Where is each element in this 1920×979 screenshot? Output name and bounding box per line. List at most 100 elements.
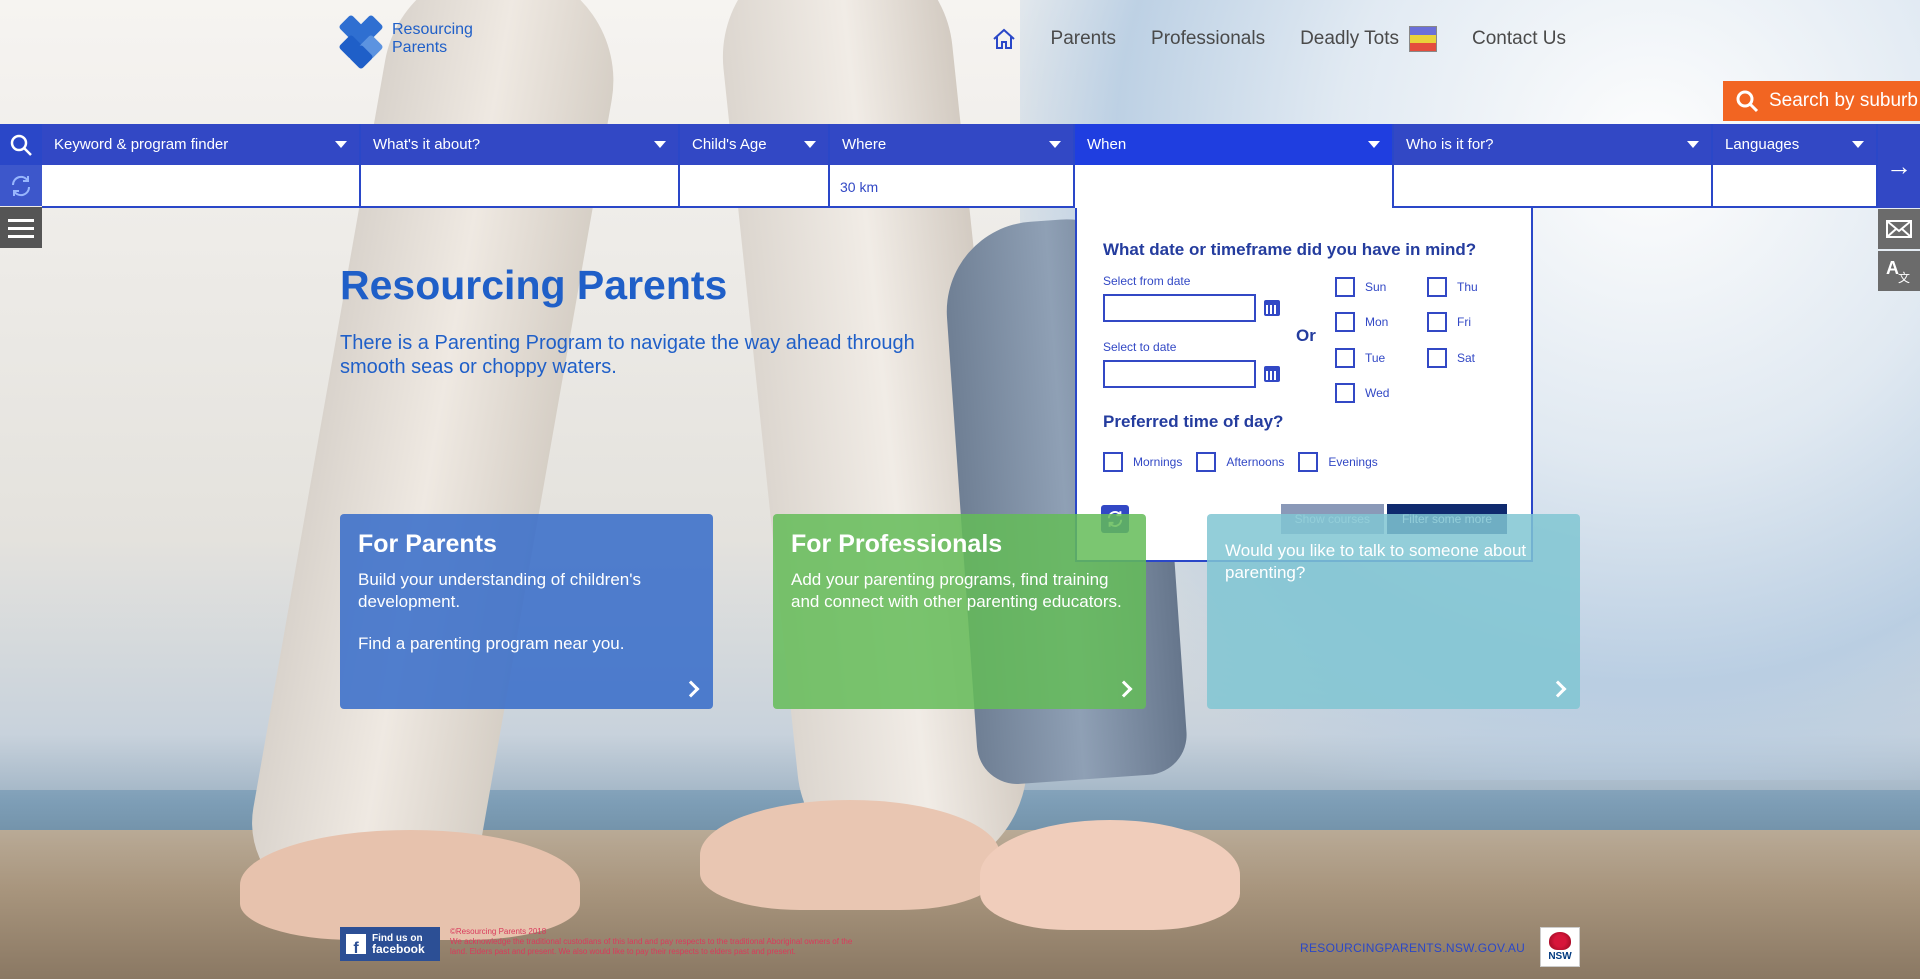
site-url-link[interactable]: RESOURCINGPARENTS.NSW.GOV.AU xyxy=(1300,941,1525,955)
to-date-label: Select to date xyxy=(1103,340,1177,354)
filter-keyword[interactable]: Keyword & program finder xyxy=(42,124,361,208)
translate-icon: A文 xyxy=(1886,258,1910,285)
day-checkbox-thu[interactable]: Thu xyxy=(1427,274,1507,300)
calendar-icon[interactable] xyxy=(1264,300,1280,316)
day-checkbox-mon[interactable]: Mon xyxy=(1335,310,1427,336)
hamburger-icon xyxy=(8,218,34,238)
logo-line-1: Resourcing xyxy=(392,21,473,38)
search-icon xyxy=(1736,90,1759,113)
page-title: Resourcing Parents xyxy=(340,262,728,308)
filter-topic[interactable]: What's it about? xyxy=(361,124,680,208)
card-for-parents[interactable]: For Parents Build your understanding of … xyxy=(340,514,713,709)
time-of-day-question: Preferred time of day? xyxy=(1103,412,1284,431)
chevron-right-icon xyxy=(682,680,700,698)
arrow-right-icon: → xyxy=(1886,150,1912,181)
refresh-icon xyxy=(11,175,31,196)
flag-icon xyxy=(1409,26,1438,52)
nsw-government-logo[interactable]: NSW xyxy=(1540,927,1580,967)
filter-label: Where xyxy=(842,136,887,153)
filter-label: What's it about? xyxy=(373,136,481,153)
card-text: Find a parenting program near you. xyxy=(358,634,625,653)
card-title: For Professionals xyxy=(791,530,1003,558)
nav-parents[interactable]: Parents xyxy=(1051,28,1116,50)
day-checkbox-tue[interactable]: Tue xyxy=(1335,345,1427,371)
time-checkbox-evenings[interactable]: Evenings xyxy=(1298,452,1378,472)
facebook-line-2: facebook xyxy=(372,941,425,956)
time-checkbox-mornings[interactable]: Mornings xyxy=(1103,452,1182,472)
acknowledgement-text: We acknowledge the traditional custodian… xyxy=(450,937,853,956)
logo-icon xyxy=(338,14,384,70)
to-date-input[interactable] xyxy=(1103,360,1256,388)
go-button[interactable]: → xyxy=(1878,124,1920,208)
time-checkbox-afternoons[interactable]: Afternoons xyxy=(1196,452,1284,472)
from-date-input[interactable] xyxy=(1103,294,1256,322)
card-for-professionals[interactable]: For Professionals Add your parenting pro… xyxy=(773,514,1146,709)
card-title: For Parents xyxy=(358,530,497,558)
or-separator: Or xyxy=(1296,326,1316,345)
chevron-down-icon xyxy=(1368,141,1380,148)
email-button[interactable] xyxy=(1878,209,1920,249)
search-toggle-button[interactable] xyxy=(0,124,42,165)
card-text: Build your understanding of children's d… xyxy=(358,570,641,611)
filter-where[interactable]: Where 30 km xyxy=(830,124,1075,208)
facebook-icon: f xyxy=(346,934,366,957)
filter-when[interactable]: When xyxy=(1075,124,1394,208)
search-by-suburb-label: Search by suburb xyxy=(1769,90,1918,111)
filter-value[interactable] xyxy=(680,165,828,208)
filter-childs-age[interactable]: Child's Age xyxy=(680,124,830,208)
filter-label: When xyxy=(1087,136,1127,153)
svg-text:文: 文 xyxy=(1898,270,1910,285)
menu-button[interactable] xyxy=(0,207,42,248)
page-subtitle: There is a Parenting Program to navigate… xyxy=(340,332,915,378)
card-text: Would you like to talk to someone about … xyxy=(1225,541,1527,582)
search-by-suburb-button[interactable]: Search by suburb xyxy=(1723,81,1920,121)
nav-contact-us[interactable]: Contact Us xyxy=(1472,28,1566,50)
facebook-link[interactable]: f Find us on facebook xyxy=(340,927,440,961)
translate-button[interactable]: A文 xyxy=(1878,251,1920,291)
calendar-icon[interactable] xyxy=(1264,366,1280,382)
card-talk-to-someone[interactable]: Would you like to talk to someone about … xyxy=(1207,514,1580,709)
home-icon[interactable] xyxy=(992,28,1016,50)
days-of-week: Sun Thu Mon Fri Tue Sat Wed xyxy=(1335,274,1507,406)
chevron-down-icon xyxy=(1049,141,1061,148)
card-text: Add your parenting programs, find traini… xyxy=(791,570,1122,611)
day-checkbox-sat[interactable]: Sat xyxy=(1427,345,1507,371)
search-icon xyxy=(10,134,32,156)
chevron-down-icon xyxy=(1687,141,1699,148)
waratah-icon xyxy=(1549,932,1571,950)
logo-line-2: Parents xyxy=(392,39,448,56)
chevron-right-icon xyxy=(1115,680,1133,698)
filter-value[interactable] xyxy=(1394,165,1711,208)
mail-icon xyxy=(1886,220,1912,238)
when-dropdown-panel: What date or timeframe did you have in m… xyxy=(1075,208,1533,562)
filter-bar: Keyword & program finder What's it about… xyxy=(42,124,1878,208)
filter-value[interactable]: 30 km xyxy=(830,165,1073,208)
copyright-text: ©Resourcing Parents 2018 xyxy=(450,927,547,936)
copyright-notice: ©Resourcing Parents 2018 We acknowledge … xyxy=(450,927,870,957)
filter-label: Child's Age xyxy=(692,136,767,153)
day-checkbox-wed[interactable]: Wed xyxy=(1335,381,1427,407)
chevron-down-icon xyxy=(1852,141,1864,148)
timeframe-question: What date or timeframe did you have in m… xyxy=(1103,240,1477,259)
top-navigation: Parents Professionals Deadly Tots Contac… xyxy=(992,26,1566,52)
chevron-down-icon xyxy=(804,141,816,148)
reset-filters-button[interactable] xyxy=(0,165,42,206)
filter-who[interactable]: Who is it for? xyxy=(1394,124,1713,208)
chevron-down-icon xyxy=(654,141,666,148)
filter-label: Keyword & program finder xyxy=(54,136,229,153)
nav-deadly-tots[interactable]: Deadly Tots xyxy=(1300,26,1438,52)
day-checkbox-sun[interactable]: Sun xyxy=(1335,274,1427,300)
nav-professionals[interactable]: Professionals xyxy=(1151,28,1265,50)
from-date-label: Select from date xyxy=(1103,274,1191,288)
chevron-right-icon xyxy=(1549,680,1567,698)
filter-label: Languages xyxy=(1725,136,1800,153)
filter-value[interactable] xyxy=(1075,165,1392,208)
chevron-down-icon xyxy=(335,141,347,148)
filter-value[interactable] xyxy=(42,165,359,208)
site-logo[interactable]: Resourcing Parents xyxy=(338,14,473,70)
filter-label: Who is it for? xyxy=(1406,136,1494,153)
filter-value[interactable] xyxy=(361,165,678,208)
filter-languages[interactable]: Languages xyxy=(1713,124,1878,208)
filter-value[interactable] xyxy=(1713,165,1876,208)
day-checkbox-fri[interactable]: Fri xyxy=(1427,310,1507,336)
